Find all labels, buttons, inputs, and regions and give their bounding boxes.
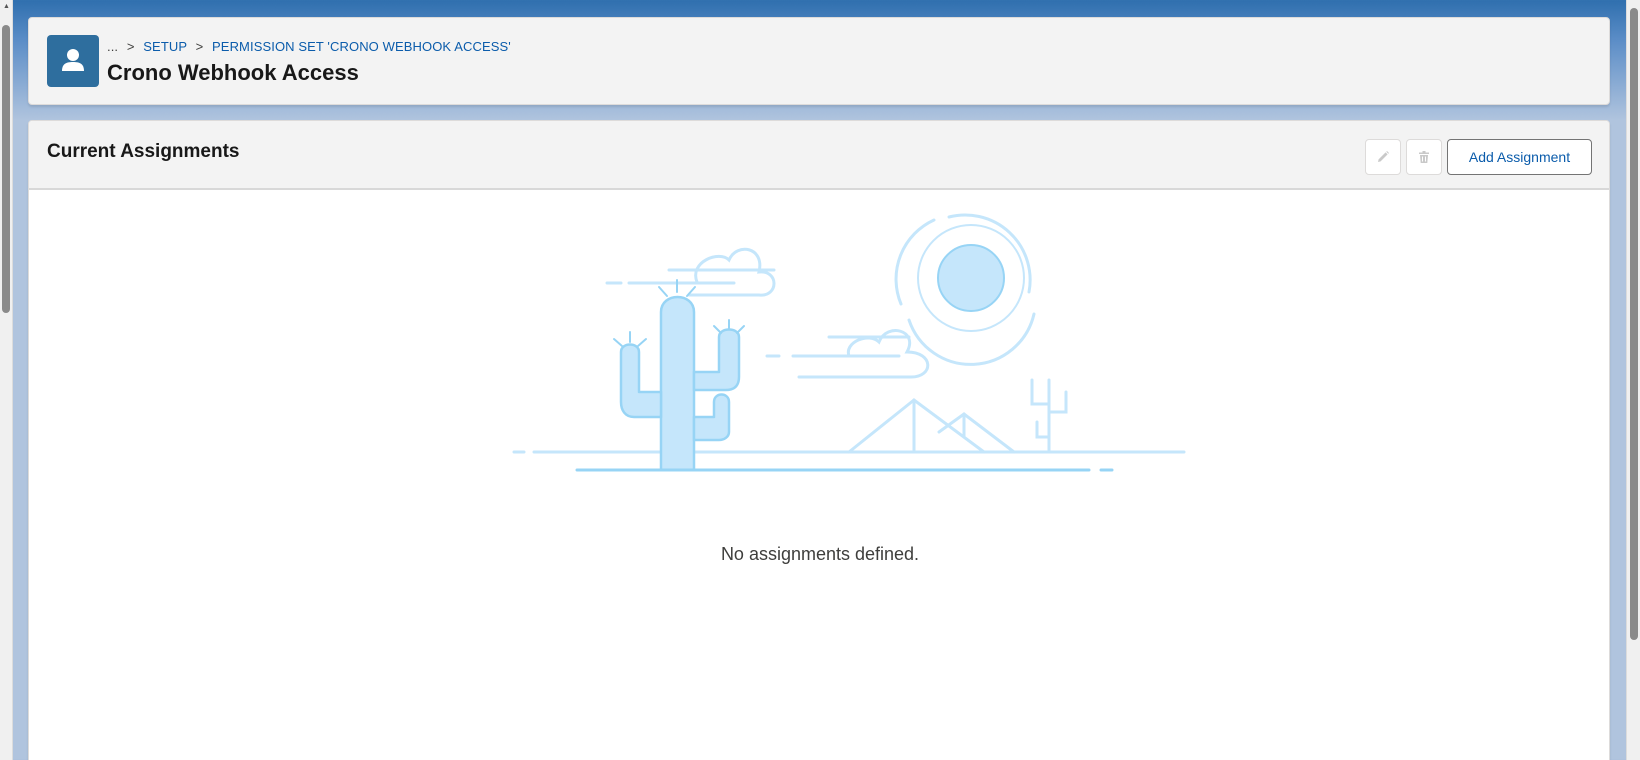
assignments-card: Current Assignments Add Assignment No as… (28, 120, 1610, 760)
breadcrumb-permission-set-link[interactable]: PERMISSION SET 'CRONO WEBHOOK ACCESS' (212, 39, 511, 54)
empty-state-message: No assignments defined. (720, 544, 920, 564)
breadcrumb-separator: > (126, 39, 135, 54)
scroll-up-arrow-icon[interactable]: ▲ (3, 3, 10, 10)
add-assignment-button[interactable]: Add Assignment (1447, 139, 1592, 175)
left-scrollbar[interactable]: ▲ (0, 0, 13, 760)
right-scrollbar-thumb[interactable] (1630, 8, 1638, 640)
delete-button[interactable] (1406, 139, 1442, 175)
edit-button[interactable] (1365, 139, 1401, 175)
section-title: Current Assignments (47, 141, 240, 162)
left-scrollbar-thumb[interactable] (2, 25, 10, 313)
page-header: ... > SETUP > PERMISSION SET 'CRONO WEBH… (28, 17, 1610, 105)
breadcrumb-ellipsis[interactable]: ... (107, 39, 118, 54)
assignments-card-header: Current Assignments Add Assignment (29, 121, 1609, 190)
desert-illustration (512, 213, 1186, 472)
breadcrumb-setup-link[interactable]: SETUP (143, 39, 187, 54)
breadcrumb: ... > SETUP > PERMISSION SET 'CRONO WEBH… (107, 39, 511, 54)
right-scrollbar[interactable] (1626, 0, 1640, 760)
pencil-icon (1378, 151, 1389, 162)
trash-icon (1419, 151, 1429, 163)
page-title: Crono Webhook Access (107, 60, 359, 85)
user-icon (47, 35, 99, 87)
breadcrumb-separator: > (195, 39, 204, 54)
